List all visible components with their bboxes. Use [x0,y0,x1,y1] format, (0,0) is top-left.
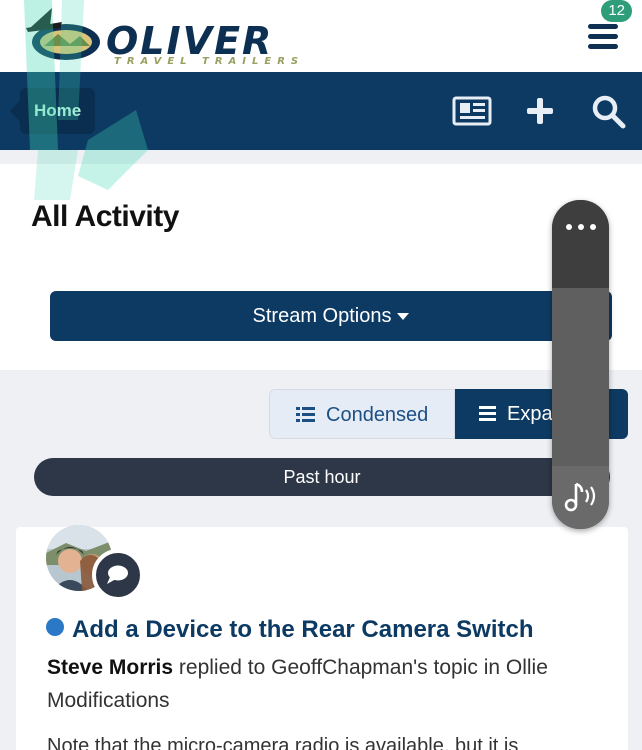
stream-options-button[interactable]: Stream Options [50,291,612,341]
activity-title-text: Add a Device to the Rear Camera Switch [72,616,534,643]
time-filter-pill[interactable]: Past hour [34,458,610,496]
expanded-label: Expa [507,403,553,425]
activity-item[interactable]: Add a Device to the Rear Camera Switch S… [16,525,628,750]
activity-stream-button[interactable] [452,92,492,130]
caret-down-icon [397,313,410,321]
notification-count-badge[interactable]: 12 [601,0,632,22]
logo-wordmark: OLIVER [106,19,274,63]
audio-button[interactable] [552,466,609,529]
activity-meta: Steve Morris replied to GeoffChapman's t… [47,651,607,717]
stream-options-label: Stream Options [252,305,392,327]
more-dots-icon [566,224,596,232]
activity-snippet: Note that the micro-camera radio is avai… [47,735,519,750]
create-button[interactable] [522,92,562,130]
unread-indicator-icon [46,618,64,636]
plus-icon [527,98,553,124]
floating-assistant-panel[interactable] [552,200,609,529]
search-icon [592,95,626,129]
bars-icon [479,406,498,422]
search-button[interactable] [590,92,630,130]
site-logo[interactable]: OLIVER TRAVEL TRAILERS [22,6,352,68]
music-note-icon [564,482,596,512]
navigation-bar: Home [0,72,642,150]
newspaper-icon [452,96,492,126]
logo-mark-icon [26,8,100,60]
comment-icon [107,565,128,584]
condensed-view-button[interactable]: Condensed [269,389,455,439]
condensed-label: Condensed [326,404,429,426]
site-header: OLIVER TRAVEL TRAILERS 12 [0,0,642,72]
list-icon [296,407,315,423]
reply-type-badge [92,549,144,601]
floating-menu-button[interactable] [552,200,609,288]
page-header-card: All Activity Stream Options [0,164,642,370]
breadcrumb-home[interactable]: Home [9,88,96,134]
page-title: All Activity [31,200,179,233]
author-link[interactable]: Steve Morris [47,656,173,679]
logo-tagline: TRAVEL TRAILERS [114,56,305,67]
activity-title[interactable]: Add a Device to the Rear Camera Switch [46,616,533,644]
